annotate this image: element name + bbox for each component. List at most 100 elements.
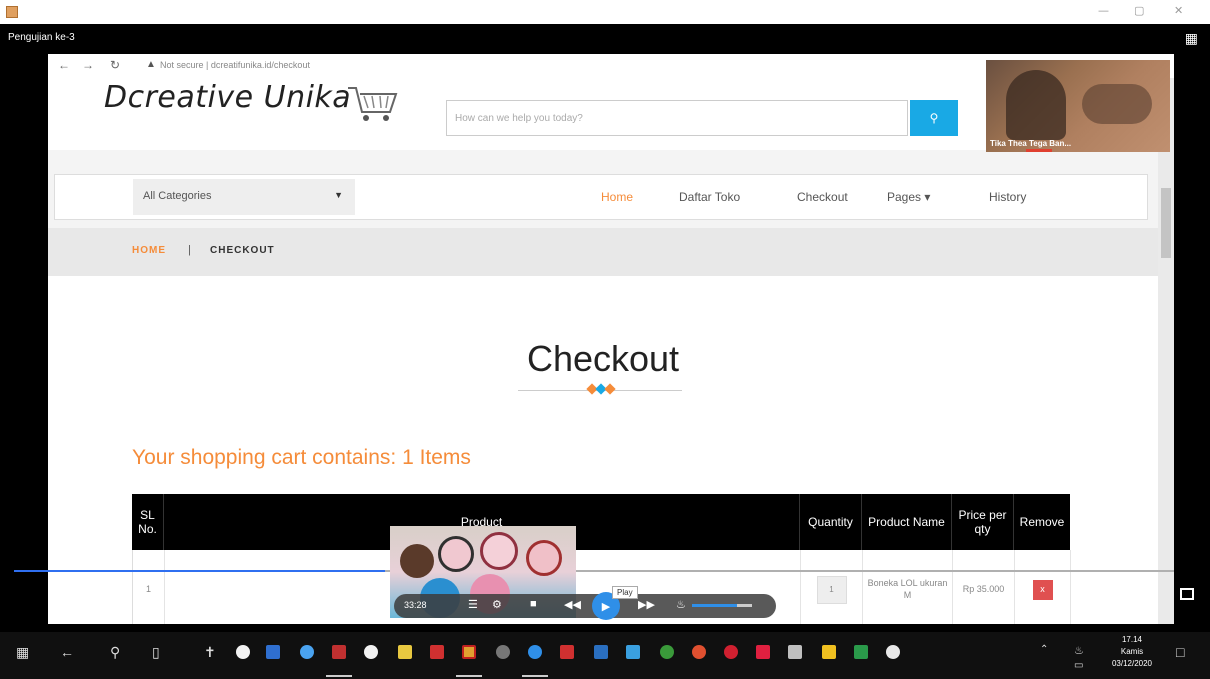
search-button[interactable]: ⚲ bbox=[910, 100, 958, 136]
app-icon[interactable] bbox=[822, 645, 836, 659]
app-icon[interactable] bbox=[332, 645, 346, 659]
pdf-icon[interactable] bbox=[430, 645, 444, 659]
system-clock[interactable]: 17.14 Kamis 03/12/2020 bbox=[1110, 634, 1154, 670]
app-icon[interactable] bbox=[854, 645, 868, 659]
maximize-icon[interactable]: ▢ bbox=[1134, 4, 1144, 17]
volume-icon[interactable]: ♨ bbox=[676, 598, 686, 611]
speaking-indicator bbox=[1026, 149, 1052, 152]
participant-figure bbox=[1006, 70, 1066, 140]
doll-image bbox=[526, 540, 562, 576]
app-icon[interactable] bbox=[692, 645, 706, 659]
site-logo[interactable]: Dcreative Unika bbox=[104, 80, 351, 115]
reload-icon[interactable]: ↻ bbox=[110, 58, 120, 72]
category-select[interactable]: All Categories ▼ bbox=[133, 179, 355, 215]
cart-summary: Your shopping cart contains: 1 Items bbox=[132, 446, 471, 469]
clock-time: 17.14 bbox=[1121, 635, 1143, 644]
desktop: — ▢ ✕ Pengujian ke-3 ▦ ← → ↻ ▲ Not secur… bbox=[0, 0, 1210, 679]
shopping-cart-logo-icon bbox=[348, 87, 398, 121]
meeting-window: Pengujian ke-3 ▦ ← → ↻ ▲ Not secure | dc… bbox=[0, 24, 1210, 624]
stop-icon[interactable]: ■ bbox=[530, 598, 537, 610]
page-title: Checkout bbox=[526, 338, 680, 379]
word-icon[interactable] bbox=[594, 645, 608, 659]
column-header-product-name: Product Name bbox=[862, 494, 952, 550]
doll-image bbox=[480, 532, 518, 570]
cell-quantity: 1 bbox=[801, 550, 863, 624]
column-header-sl: SL No. bbox=[132, 494, 164, 550]
app-icon[interactable] bbox=[266, 645, 280, 659]
play-icon: ▶ bbox=[601, 600, 611, 613]
active-app-indicator bbox=[456, 675, 482, 677]
security-label: Not secure bbox=[160, 60, 204, 70]
settings-icon[interactable]: ⚙ bbox=[492, 598, 502, 611]
zoom-icon[interactable] bbox=[528, 645, 542, 659]
breadcrumb-separator: | bbox=[188, 244, 191, 256]
popout-icon[interactable] bbox=[1180, 588, 1194, 600]
search-icon: ⚲ bbox=[929, 111, 939, 125]
clock-date: 03/12/2020 bbox=[1111, 659, 1153, 668]
app-icon[interactable] bbox=[496, 645, 510, 659]
video-progress-fill bbox=[14, 570, 386, 572]
quantity-field[interactable]: 1 bbox=[816, 576, 847, 604]
remove-item-button[interactable]: x bbox=[1032, 580, 1053, 600]
video-progress-track[interactable] bbox=[14, 570, 1174, 572]
app-icon[interactable] bbox=[236, 645, 250, 659]
nav-home[interactable]: Home bbox=[601, 190, 633, 204]
not-secure-icon[interactable]: ▲ bbox=[146, 59, 156, 70]
chevron-up-icon[interactable]: ⌃ bbox=[1040, 644, 1048, 655]
captions-icon[interactable]: ☰ bbox=[468, 598, 478, 611]
clock-day: Kamis bbox=[1120, 647, 1144, 656]
active-app-indicator bbox=[522, 675, 548, 677]
task-view-icon[interactable]: ▯ bbox=[152, 644, 160, 661]
breadcrumb: HOME | CHECKOUT bbox=[48, 228, 1158, 276]
nav-checkout[interactable]: Checkout bbox=[797, 190, 848, 204]
notification-icon[interactable]: □ bbox=[1176, 644, 1184, 660]
app-icon[interactable] bbox=[560, 645, 574, 659]
back-icon[interactable]: ← bbox=[60, 644, 74, 660]
cell-product-name: Boneka LOL ukuran M bbox=[863, 550, 953, 624]
fast-forward-icon[interactable]: ▶▶ bbox=[638, 598, 655, 611]
scrollbar-thumb[interactable] bbox=[1161, 188, 1171, 258]
speaker-icon[interactable]: ♨ bbox=[1074, 644, 1084, 657]
player-time: 33:28 bbox=[404, 600, 427, 610]
cell-remove: x bbox=[1015, 550, 1071, 624]
search-input[interactable] bbox=[447, 101, 907, 135]
search-icon[interactable]: ⚲ bbox=[110, 644, 120, 661]
breadcrumb-home[interactable]: HOME bbox=[132, 245, 166, 256]
rewind-icon[interactable]: ◀◀ bbox=[564, 598, 581, 611]
app-icon[interactable] bbox=[886, 645, 900, 659]
app-icon[interactable] bbox=[462, 645, 476, 659]
doll-image bbox=[400, 544, 434, 578]
chrome-icon[interactable] bbox=[660, 645, 674, 659]
app-icon[interactable] bbox=[398, 645, 412, 659]
back-icon[interactable]: ← bbox=[58, 58, 70, 72]
network-icon[interactable]: ▭ bbox=[1074, 660, 1083, 671]
minimize-icon[interactable]: — bbox=[1098, 4, 1109, 17]
app-icon[interactable] bbox=[756, 645, 770, 659]
nav-daftar-toko[interactable]: Daftar Toko bbox=[679, 190, 740, 204]
heading-ornament-icon bbox=[586, 383, 616, 395]
main-navigation: All Categories ▼ Home Daftar Toko Checko… bbox=[54, 174, 1148, 220]
page-scrollbar[interactable] bbox=[1158, 78, 1174, 624]
nav-pages[interactable]: Pages ▾ bbox=[887, 190, 930, 204]
app-icon[interactable] bbox=[364, 645, 378, 659]
app-icon[interactable] bbox=[788, 645, 802, 659]
close-icon[interactable]: ✕ bbox=[1174, 4, 1183, 17]
cell-sl: 1 bbox=[133, 550, 165, 624]
app-icon[interactable] bbox=[724, 645, 738, 659]
pin-icon[interactable]: ✝ bbox=[204, 644, 216, 661]
volume-slider[interactable] bbox=[692, 604, 752, 607]
chevron-down-icon: ▼ bbox=[334, 190, 343, 200]
app-icon[interactable] bbox=[626, 645, 640, 659]
breadcrumb-current: CHECKOUT bbox=[210, 245, 275, 256]
play-tooltip: Play bbox=[612, 586, 638, 599]
cell-price: Rp 35.000 bbox=[953, 550, 1015, 624]
app-icon[interactable] bbox=[300, 645, 314, 659]
forward-icon[interactable]: → bbox=[82, 58, 94, 72]
windows-start-icon[interactable]: ▦ bbox=[16, 644, 29, 661]
participant-video[interactable]: Tika Thea Tega Ban... bbox=[986, 60, 1170, 152]
url-field[interactable]: Not secure | dcreatifunika.id/checkout bbox=[160, 60, 310, 70]
nav-history[interactable]: History bbox=[989, 190, 1026, 204]
search-box bbox=[446, 100, 908, 136]
gallery-view-icon[interactable]: ▦ bbox=[1185, 30, 1198, 47]
table-header: SL No. Product Quantity Product Name Pri… bbox=[132, 494, 1070, 550]
